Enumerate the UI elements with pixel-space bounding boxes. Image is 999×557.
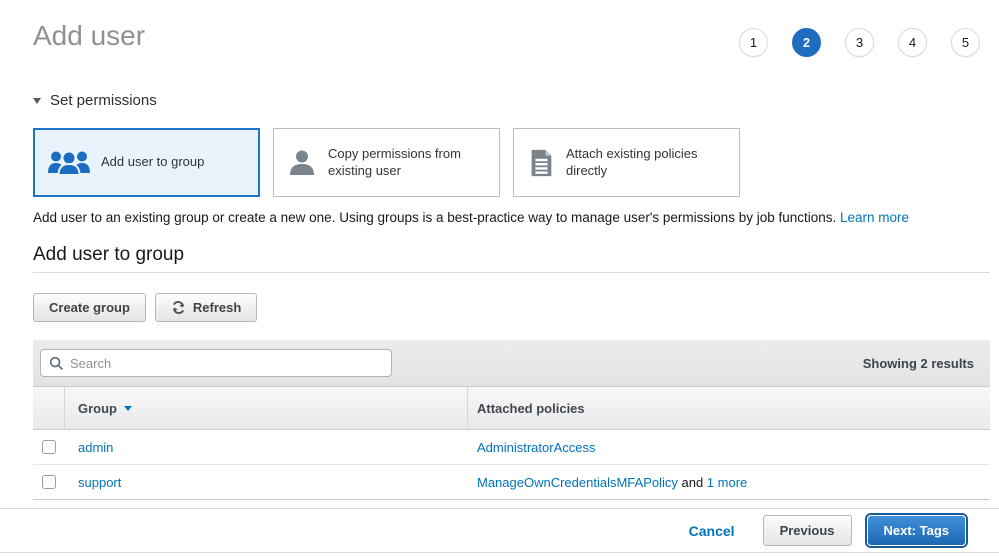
table-toolbar: Showing 2 results bbox=[33, 340, 990, 387]
wizard-step-indicator: 1 2 3 4 5 bbox=[739, 28, 980, 57]
cancel-link[interactable]: Cancel bbox=[689, 523, 735, 539]
table-header-row: Group Attached policies bbox=[33, 387, 990, 430]
sort-descending-icon[interactable] bbox=[124, 406, 132, 411]
table-row: admin AdministratorAccess bbox=[33, 430, 990, 465]
add-user-wizard-page: Add user 1 2 3 4 5 Set permissions bbox=[0, 0, 999, 557]
group-link[interactable]: admin bbox=[78, 440, 113, 455]
column-header-group[interactable]: Group bbox=[65, 387, 468, 429]
next-tags-button[interactable]: Next: Tags bbox=[867, 515, 967, 546]
row-checkbox-admin[interactable] bbox=[42, 440, 56, 454]
groups-table: Showing 2 results Group Attached policie… bbox=[33, 340, 990, 500]
group-table-actions: Create group Refresh bbox=[33, 293, 257, 322]
section-title: Set permissions bbox=[50, 92, 157, 109]
refresh-icon bbox=[171, 300, 186, 315]
add-user-to-group-heading: Add user to group bbox=[33, 244, 184, 266]
step-4[interactable]: 4 bbox=[898, 28, 927, 57]
permission-option-cards: Add user to group Copy permissions from … bbox=[33, 128, 740, 197]
card-add-user-to-group[interactable]: Add user to group bbox=[33, 128, 260, 197]
users-group-icon bbox=[47, 147, 91, 179]
more-policies-link[interactable]: 1 more bbox=[707, 475, 747, 490]
search-input[interactable] bbox=[70, 356, 383, 371]
step-1[interactable]: 1 bbox=[739, 28, 768, 57]
learn-more-link[interactable]: Learn more bbox=[840, 210, 909, 225]
step-5[interactable]: 5 bbox=[951, 28, 980, 57]
page-title: Add user bbox=[33, 20, 145, 52]
results-count: Showing 2 results bbox=[863, 356, 974, 371]
section-divider bbox=[33, 272, 990, 273]
previous-button[interactable]: Previous bbox=[763, 515, 852, 546]
row-checkbox-support[interactable] bbox=[42, 475, 56, 489]
section-description: Add user to an existing group or create … bbox=[33, 210, 909, 225]
step-3[interactable]: 3 bbox=[845, 28, 874, 57]
set-permissions-section-toggle[interactable]: Set permissions bbox=[33, 92, 157, 109]
card-attach-policies[interactable]: Attach existing policies directly bbox=[513, 128, 740, 197]
column-header-attached-policies[interactable]: Attached policies bbox=[468, 387, 990, 429]
search-box[interactable] bbox=[40, 349, 392, 377]
card-label: Copy permissions from existing user bbox=[328, 146, 487, 179]
policy-document-icon bbox=[526, 147, 556, 179]
policy-joiner-text: and bbox=[678, 475, 707, 490]
collapse-caret-icon bbox=[33, 98, 41, 104]
search-icon bbox=[49, 356, 64, 371]
group-link[interactable]: support bbox=[78, 475, 121, 490]
card-copy-permissions[interactable]: Copy permissions from existing user bbox=[273, 128, 500, 197]
step-2-active[interactable]: 2 bbox=[792, 28, 821, 57]
table-row: support ManageOwnCredentialsMFAPolicy an… bbox=[33, 465, 990, 500]
user-icon bbox=[286, 147, 318, 179]
policy-link[interactable]: AdministratorAccess bbox=[477, 440, 595, 455]
wizard-footer: Cancel Previous Next: Tags bbox=[0, 508, 999, 553]
header-checkbox-cell bbox=[33, 387, 65, 429]
create-group-button[interactable]: Create group bbox=[33, 293, 146, 322]
card-label: Attach existing policies directly bbox=[566, 146, 727, 179]
card-label: Add user to group bbox=[101, 154, 204, 170]
refresh-button[interactable]: Refresh bbox=[155, 293, 257, 322]
policy-link[interactable]: ManageOwnCredentialsMFAPolicy bbox=[477, 475, 678, 490]
